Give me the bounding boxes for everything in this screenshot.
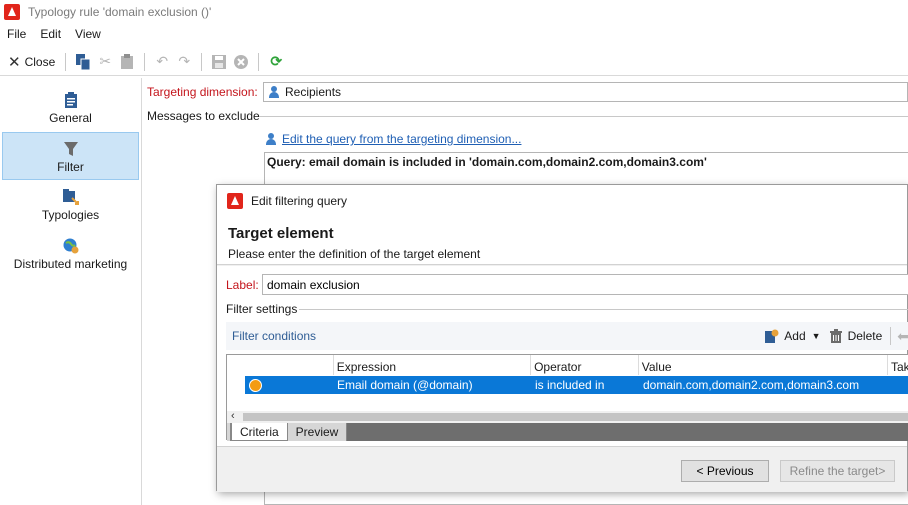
- move-left-button[interactable]: ⬅: [897, 328, 908, 345]
- toolbar-separator: [65, 52, 67, 71]
- previous-button[interactable]: < Previous: [681, 460, 769, 482]
- grid-header-tak[interactable]: Tak: [888, 355, 908, 375]
- filter-conditions-title: Filter conditions: [232, 329, 317, 343]
- tab-preview[interactable]: Preview: [287, 423, 348, 441]
- nav-item-filter[interactable]: Filter: [2, 132, 139, 180]
- delete-button[interactable]: Delete: [829, 329, 883, 343]
- close-button-label: Close: [24, 54, 56, 69]
- menu-bar: File Edit View: [0, 24, 108, 44]
- dialog-title: Edit filtering query: [251, 194, 348, 208]
- general-icon: [64, 92, 77, 108]
- menu-view[interactable]: View: [68, 27, 108, 41]
- nav-item-label: Typologies: [41, 208, 100, 222]
- cancel-icon[interactable]: [230, 52, 252, 72]
- label-input[interactable]: [262, 274, 908, 295]
- label-caption: Label:: [226, 278, 259, 292]
- toolbar-separator: [890, 327, 892, 345]
- grid-header-expression[interactable]: Expression: [334, 355, 532, 375]
- recipient-icon: [266, 133, 276, 145]
- redo-icon[interactable]: ↷: [173, 52, 195, 72]
- arrow-left-icon: ⬅: [897, 327, 908, 344]
- section-divider: [299, 309, 908, 310]
- dialog-header: Target element Please enter the definiti…: [217, 217, 907, 265]
- chevron-left-icon[interactable]: ‹: [231, 410, 235, 422]
- grid-header-blank: [227, 355, 334, 375]
- adobe-logo-icon: [227, 193, 243, 209]
- menu-file[interactable]: File: [0, 27, 33, 41]
- copy-icon[interactable]: [72, 52, 94, 72]
- window-titlebar: Typology rule 'domain exclusion ()': [0, 0, 908, 24]
- refine-target-button[interactable]: Refine the target>: [780, 460, 895, 482]
- recipient-icon: [269, 86, 279, 98]
- nav-item-label: Distributed marketing: [13, 257, 128, 271]
- edit-query-link-row: Edit the query from the targeting dimens…: [266, 132, 521, 146]
- save-icon[interactable]: [208, 52, 230, 72]
- cut-icon[interactable]: ✂: [94, 52, 116, 72]
- cell-expression: Email domain (@domain): [337, 378, 473, 392]
- distributed-marketing-icon: [63, 238, 78, 254]
- edit-query-link[interactable]: Edit the query from the targeting dimens…: [282, 132, 521, 146]
- nav-item-typologies[interactable]: Typologies: [2, 181, 139, 229]
- paste-icon[interactable]: [116, 52, 138, 72]
- add-button-label: Add: [784, 329, 806, 343]
- cell-operator: is included in: [535, 378, 605, 392]
- filter-icon: [63, 142, 78, 156]
- filter-conditions-actions: Add ▼ Delete ⬅: [765, 322, 908, 350]
- query-summary-text: Query: email domain is included in 'doma…: [267, 155, 707, 169]
- dialog-heading: Target element: [228, 225, 334, 242]
- menu-edit[interactable]: Edit: [33, 27, 68, 41]
- messages-to-exclude-label: Messages to exclude: [147, 109, 260, 123]
- grid-header-value[interactable]: Value: [639, 355, 888, 375]
- grid-header-operator[interactable]: Operator: [531, 355, 639, 375]
- grid-header: Expression Operator Value Tak: [227, 355, 908, 375]
- toolbar-separator: [258, 52, 260, 71]
- trash-icon: [829, 329, 842, 343]
- filter-conditions-grid: Expression Operator Value Tak Email doma…: [226, 354, 908, 441]
- grid-tabs: Criteria Preview: [227, 423, 908, 441]
- refresh-icon[interactable]: ⟳: [265, 52, 287, 72]
- nav-item-label: General: [49, 111, 92, 125]
- scrollbar-thumb[interactable]: [243, 413, 908, 421]
- targeting-dimension-field[interactable]: Recipients: [263, 82, 908, 102]
- horizontal-scrollbar[interactable]: ‹: [227, 410, 908, 423]
- dialog-body: Label: Filter settings Filter conditions…: [217, 266, 908, 446]
- nav-item-label: Filter: [57, 160, 84, 174]
- close-icon: ✕: [8, 53, 21, 71]
- table-row[interactable]: Email domain (@domain) is included in do…: [245, 376, 908, 394]
- dialog-titlebar: Edit filtering query: [217, 185, 907, 217]
- toolbar: ✕ Close ✂ ↶ ↷ ⟳: [0, 48, 908, 76]
- delete-button-label: Delete: [847, 329, 883, 343]
- dialog-subheading: Please enter the definition of the targe…: [228, 247, 481, 261]
- window-title: Typology rule 'domain exclusion ()': [28, 5, 212, 19]
- targeting-dimension-label: Targeting dimension:: [147, 85, 258, 99]
- nav-item-general[interactable]: General: [2, 84, 139, 132]
- toolbar-separator: [201, 52, 203, 71]
- section-divider: [259, 116, 908, 117]
- adobe-logo-icon: [4, 4, 20, 20]
- nav-item-distributed-marketing[interactable]: Distributed marketing: [2, 230, 139, 278]
- add-button[interactable]: Add ▼: [765, 329, 821, 343]
- close-button[interactable]: ✕ Close: [4, 51, 59, 73]
- undo-icon[interactable]: ↶: [151, 52, 173, 72]
- toolbar-separator: [144, 52, 146, 71]
- left-navigation: General Filter Typologies Distributed ma…: [0, 78, 142, 505]
- filter-conditions-bar: Filter conditions Add ▼ Delete ⬅: [226, 322, 908, 350]
- typologies-icon: [62, 189, 79, 205]
- edit-filtering-query-dialog: Edit filtering query Target element Plea…: [216, 184, 908, 492]
- targeting-dimension-value: Recipients: [285, 85, 342, 99]
- add-condition-icon: [765, 329, 779, 343]
- condition-status-icon: [249, 379, 262, 392]
- filter-settings-title: Filter settings: [226, 302, 298, 316]
- tab-criteria[interactable]: Criteria: [231, 423, 288, 441]
- chevron-down-icon[interactable]: ▼: [812, 331, 821, 341]
- dialog-footer: < Previous Refine the target>: [217, 446, 907, 492]
- cell-value: domain.com,domain2.com,domain3.com: [643, 378, 860, 392]
